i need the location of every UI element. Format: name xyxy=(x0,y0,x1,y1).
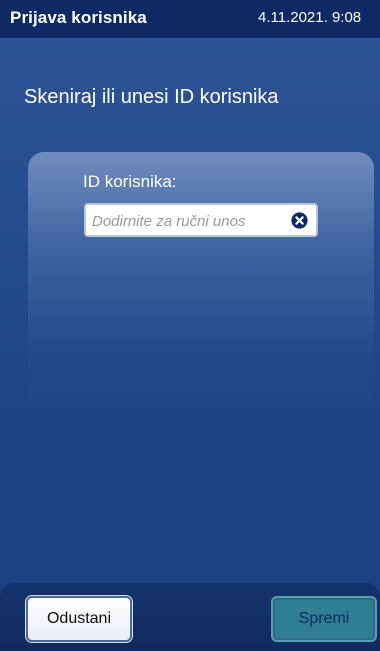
user-id-label: ID korisnika: xyxy=(83,172,177,191)
date-time: 4.11.2021. 9:08 xyxy=(258,9,362,26)
clear-icon[interactable] xyxy=(291,212,308,229)
cancel-button[interactable]: Odustani xyxy=(26,596,132,642)
title-bar: Prijava korisnika 4.11.2021. 9:08 xyxy=(0,0,380,38)
user-id-field[interactable] xyxy=(84,203,318,237)
save-button[interactable]: Spremi xyxy=(271,596,377,642)
user-login-screen: Prijava korisnika 4.11.2021. 9:08 Skenir… xyxy=(0,0,380,651)
user-id-input[interactable] xyxy=(92,210,282,232)
screen-title: Prijava korisnika xyxy=(10,8,147,27)
instruction-text: Skeniraj ili unesi ID korisnika xyxy=(24,86,279,108)
input-card xyxy=(28,152,374,412)
